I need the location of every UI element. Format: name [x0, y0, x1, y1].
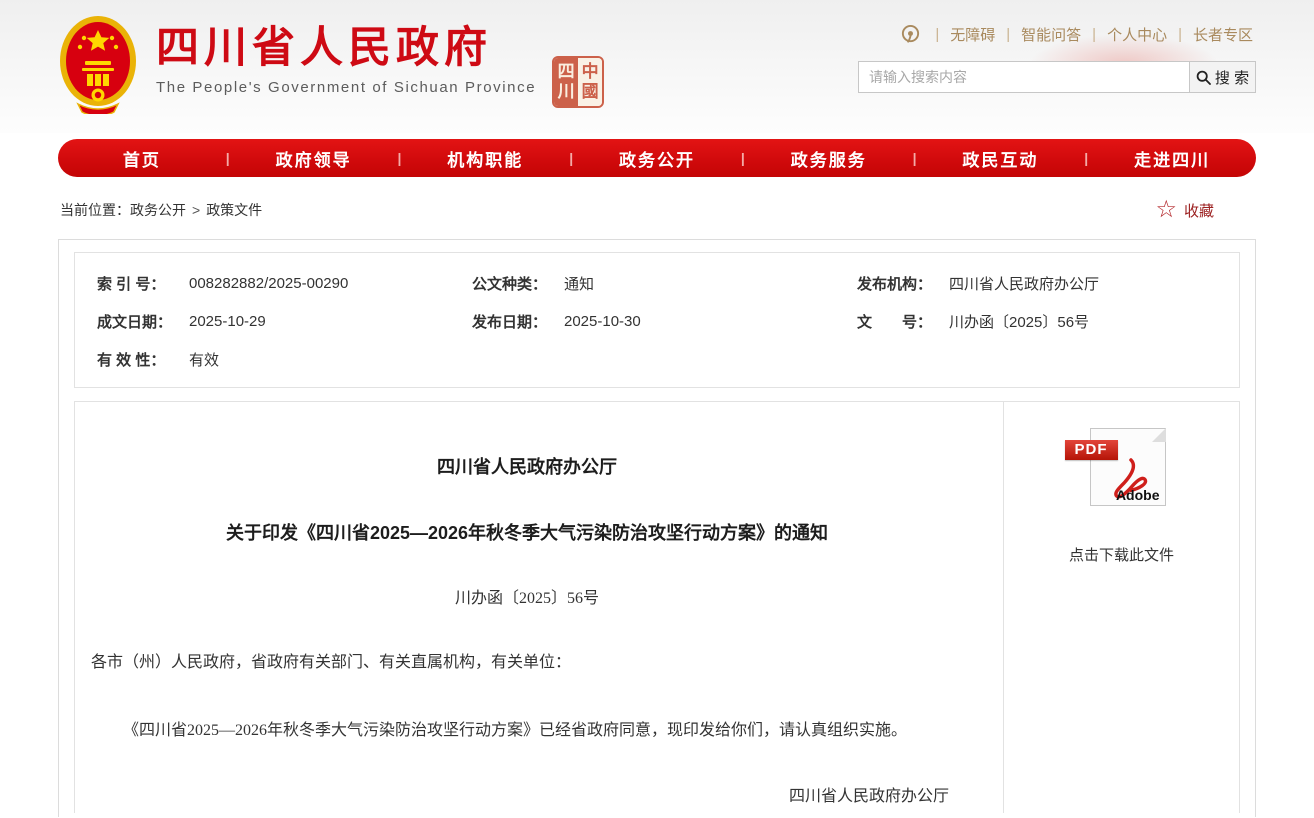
search-bar: 搜 索 [858, 61, 1256, 93]
seal-char: 國 [582, 82, 599, 102]
site-header: 四川省人民政府 The People's Government of Sichu… [0, 0, 1314, 133]
quick-link-accessibility[interactable]: 无障碍 [947, 24, 998, 45]
meta-empty-cell [472, 340, 857, 378]
document-content-box: 四川省人民政府办公厅 关于印发《四川省2025—2026年秋冬季大气污染防治攻坚… [74, 401, 1240, 813]
nav-item-home[interactable]: 首页 [58, 146, 226, 171]
meta-label: 发布机构： [857, 273, 941, 294]
document-metadata-table: 索 引 号： 008282882/2025-00290 公文种类： 通知 发布机… [74, 252, 1240, 388]
nav-item-government-leaders[interactable]: 政府领导 [230, 146, 398, 171]
nav-item-organizational-functions[interactable]: 机构职能 [401, 146, 569, 171]
meta-label: 公文种类： [472, 273, 556, 294]
meta-value: 2025-10-30 [564, 313, 641, 330]
search-input[interactable] [859, 62, 1189, 92]
voice-reading-icon[interactable] [900, 24, 921, 45]
document-issuing-org-title: 四川省人民政府办公厅 [91, 454, 963, 480]
download-caption-link[interactable]: 点击下载此文件 [1004, 544, 1239, 565]
meta-validity: 有 效 性： 有效 [97, 340, 472, 378]
nav-item-government-services[interactable]: 政务服务 [745, 146, 913, 171]
seal-char: 四 [558, 62, 575, 82]
document-signature: 四川省人民政府办公厅 [91, 784, 963, 810]
meta-label: 文 号： [857, 311, 941, 332]
breadcrumb-government-affairs[interactable]: 政务公开 [130, 200, 186, 220]
star-outline-icon: ☆ [1155, 198, 1177, 222]
meta-document-number: 文 号： 川办函〔2025〕56号 [857, 302, 1217, 340]
magnifier-icon [1196, 70, 1211, 85]
national-emblem-icon [58, 14, 138, 114]
document-body-paragraph: 《四川省2025—2026年秋冬季大气污染防治攻坚行动方案》已经省政府同意，现印… [91, 718, 963, 744]
meta-issuing-agency: 发布机构： 四川省人民政府办公厅 [857, 264, 1217, 302]
header-quick-links: | 无障碍 | 智能问答 | 个人中心 | 长者专区 [858, 24, 1256, 45]
quick-link-senior-zone[interactable]: 长者专区 [1190, 24, 1256, 45]
quick-link-smart-qa[interactable]: 智能问答 [1018, 24, 1084, 45]
document-page-container: 索 引 号： 008282882/2025-00290 公文种类： 通知 发布机… [58, 239, 1256, 817]
document-article: 四川省人民政府办公厅 关于印发《四川省2025—2026年秋冬季大气污染防治攻坚… [75, 402, 1003, 813]
seal-char: 中 [582, 62, 599, 82]
search-button[interactable]: 搜 索 [1189, 62, 1255, 92]
meta-label: 索 引 号： [97, 273, 181, 294]
meta-label: 有 效 性： [97, 349, 181, 370]
breadcrumb: 当前位置： 政务公开 > 政策文件 ☆ 收藏 [58, 177, 1256, 239]
pdf-banner-label: PDF [1065, 440, 1118, 460]
meta-value: 008282882/2025-00290 [189, 275, 348, 292]
adobe-label: Adobe [1116, 487, 1160, 503]
site-logo-link[interactable]: 四川省人民政府 The People's Government of Sichu… [156, 14, 536, 96]
breadcrumb-prefix: 当前位置： [60, 200, 130, 220]
main-navigation: 首页 | 政府领导 | 机构职能 | 政务公开 | 政务服务 | 政民互动 | … [58, 139, 1256, 177]
quick-links-separator: | [1178, 26, 1182, 43]
meta-document-type: 公文种类： 通知 [472, 264, 857, 302]
meta-value: 2025-10-29 [189, 313, 266, 330]
favorite-label: 收藏 [1184, 200, 1214, 221]
meta-label: 发布日期： [472, 311, 556, 332]
meta-publish-date: 发布日期： 2025-10-30 [472, 302, 857, 340]
page-fold-corner [1152, 428, 1166, 442]
nav-item-about-sichuan[interactable]: 走进四川 [1088, 146, 1256, 171]
search-button-label: 搜 索 [1215, 67, 1249, 88]
quick-links-separator: | [1006, 26, 1010, 43]
quick-link-personal-center[interactable]: 个人中心 [1104, 24, 1170, 45]
meta-label: 成文日期： [97, 311, 181, 332]
quick-links-separator: | [935, 26, 939, 43]
nav-item-government-affairs[interactable]: 政务公开 [573, 146, 741, 171]
document-number-line: 川办函〔2025〕56号 [91, 586, 963, 612]
pdf-download-icon[interactable]: Adobe PDF [1078, 428, 1166, 508]
quick-links-separator: | [1092, 26, 1096, 43]
meta-empty-cell [857, 340, 1217, 378]
sichuan-china-seal-icon: 四 川 中 國 [552, 56, 604, 108]
site-subtitle: The People's Government of Sichuan Provi… [156, 79, 536, 96]
nav-item-public-interaction[interactable]: 政民互动 [917, 146, 1085, 171]
meta-value: 通知 [564, 273, 594, 294]
site-title: 四川省人民政府 [156, 26, 536, 71]
meta-value: 有效 [189, 349, 219, 370]
download-sidebar: Adobe PDF 点击下载此文件 [1003, 402, 1239, 813]
meta-value: 四川省人民政府办公厅 [949, 273, 1099, 294]
document-salutation: 各市（州）人民政府，省政府有关部门、有关直属机构，有关单位： [91, 650, 963, 676]
document-title: 关于印发《四川省2025—2026年秋冬季大气污染防治攻坚行动方案》的通知 [91, 520, 963, 546]
favorite-button[interactable]: ☆ 收藏 [1155, 198, 1254, 222]
breadcrumb-policy-documents[interactable]: 政策文件 [206, 200, 262, 220]
seal-char: 川 [558, 82, 575, 102]
meta-index-number: 索 引 号： 008282882/2025-00290 [97, 264, 472, 302]
meta-value: 川办函〔2025〕56号 [949, 311, 1089, 332]
breadcrumb-separator: > [192, 202, 200, 218]
meta-written-date: 成文日期： 2025-10-29 [97, 302, 472, 340]
